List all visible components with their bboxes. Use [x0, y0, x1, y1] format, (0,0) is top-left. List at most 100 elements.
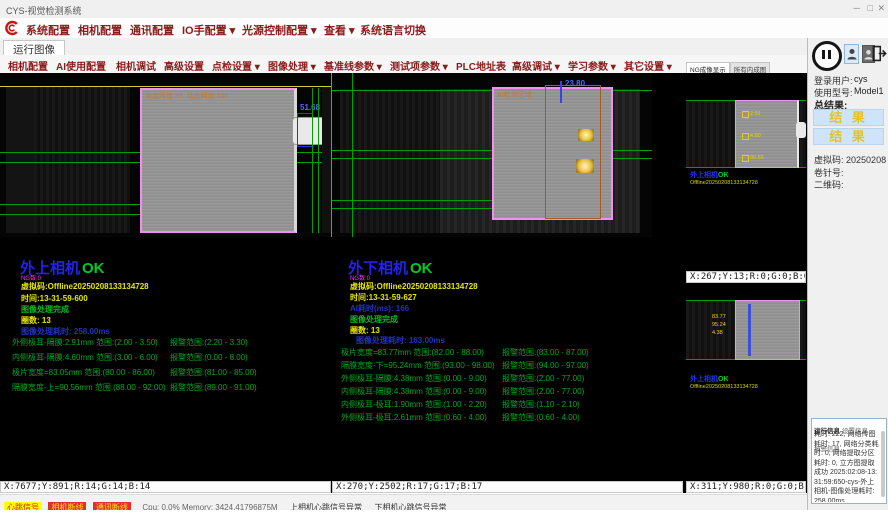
- image-band: [652, 73, 683, 237]
- alarm-range: 报警范围:(81.00 - 85.00): [170, 367, 257, 378]
- tab-feature-highlight: [578, 129, 594, 141]
- marker-label: 90.56: [750, 155, 764, 161]
- menu-language-switch[interactable]: 系统语言切换: [360, 22, 426, 38]
- desktop-strip: [0, 510, 888, 522]
- qr-label: 二维码:: [814, 178, 844, 191]
- tab-strip: 运行图像: [0, 38, 807, 56]
- menu-camera-config[interactable]: 相机配置: [78, 22, 122, 38]
- ng-view-tabs: NG成像显示所有内成图宽幅内成图: [686, 59, 806, 73]
- maximize-button[interactable]: □: [868, 3, 873, 13]
- tool-other-settings[interactable]: 其它设置 ▾: [624, 58, 672, 73]
- alarm-range: 报警范围:(94.00 - 97.00): [502, 360, 589, 371]
- image-band: [6, 87, 34, 233]
- measurement: 外侧极耳-隔膜:4.38mm 范围:(0.00 - 9.00): [341, 373, 487, 384]
- overlay-value: 95.24: [712, 322, 726, 328]
- control-panel: 登录用户: cys 使用型号: Model1 总结果: 结 果 结 果 虚拟码:…: [807, 38, 888, 510]
- vcode-label: 虚拟码: 20250208: [814, 153, 886, 166]
- tool-test-param[interactable]: 测试项参数 ▾: [390, 58, 448, 73]
- title-bar: CYS-视觉检测系统 ─ □ ✕: [0, 0, 888, 19]
- overlay-line: [0, 214, 140, 215]
- exit-button[interactable]: [870, 42, 888, 65]
- measure-rect: [748, 304, 751, 356]
- result-ok: OK: [410, 260, 433, 277]
- close-button[interactable]: ✕: [877, 3, 885, 14]
- image-band: [322, 87, 331, 233]
- left-count: 圈数: 13: [21, 315, 51, 326]
- ng-view-1[interactable]: 2.91 4.60 90.56 外上相机OK Offline2025020813…: [686, 73, 806, 271]
- connector-blob: [796, 122, 806, 138]
- user-button[interactable]: [844, 44, 859, 64]
- coord-bar-mid: X:270;Y:2502;R:17;G:17;B:17: [332, 481, 683, 493]
- measurement: 内侧极耳-隔膜:4.38mm 范围:(0.00 - 9.00): [341, 386, 487, 397]
- small-view-code: Offline20250208133134728: [690, 180, 758, 186]
- menu-system-config[interactable]: 系统配置: [26, 22, 70, 38]
- main-area: 灰度阈值:93, 动态阈值:100 51.68 AI检测区域 2: [0, 73, 807, 493]
- overlay-line: [0, 86, 331, 87]
- marker-label: 2.91: [750, 111, 761, 117]
- measure-rect: [297, 113, 313, 147]
- overlay-line: [352, 73, 353, 237]
- user-icon: [847, 48, 857, 60]
- overlay-line: [312, 88, 313, 233]
- minimize-button[interactable]: ─: [854, 3, 860, 13]
- left-time: 时间:13-31-59-600: [21, 293, 88, 304]
- alarm-range: 报警范围:(89.00 - 91.00): [170, 382, 257, 393]
- mid-camera-image[interactable]: AI检测区域 23.80: [332, 73, 683, 237]
- alarm-range: 报警范围:(2.00 - 77.00): [502, 386, 584, 397]
- tab-feature-highlight: [576, 159, 594, 173]
- tool-adv-debug[interactable]: 高级调试 ▾: [512, 58, 560, 73]
- small-view-code: Offline20250208133134728: [690, 384, 758, 390]
- measurement: 极片宽度=83.05mm 范围:(80.00 - 86.00): [12, 367, 155, 378]
- mid-ai-time: AI耗时(ms): 166: [350, 303, 409, 314]
- small-view-title: 外上相机OK: [690, 374, 729, 384]
- cell-roi: 灰度阈值:93, 动态阈值:100: [140, 88, 297, 233]
- image-band: [34, 87, 130, 233]
- info-tabs: 运行信息设置信息报警信息: [814, 420, 884, 430]
- overlay-line: [318, 88, 319, 233]
- marker-rect: [742, 155, 749, 162]
- ng-view-2[interactable]: 83.77 95.24 4.38 外上相机OK Offline202502081…: [686, 284, 806, 481]
- info-box: 运行信息设置信息报警信息 耗时: 222, 网络传图耗时: 17, 网络分类耗时…: [811, 418, 887, 504]
- result-box-1: 结 果: [813, 109, 884, 126]
- tool-learn-param[interactable]: 学习参数 ▾: [568, 58, 616, 73]
- tool-camera-config[interactable]: 相机配置: [8, 58, 48, 73]
- measurement: 内侧极耳-极耳:1.90mm 范围:(1.00 - 2.20): [341, 399, 487, 410]
- result-ok: OK: [718, 376, 729, 383]
- menu-view[interactable]: 查看 ▾: [324, 22, 355, 38]
- alarm-range: 报警范围:(0.00 - 8.00): [170, 352, 248, 363]
- vcode-label-text: 虚拟码:: [814, 155, 844, 165]
- menu-io-config[interactable]: IO手配置 ▾: [182, 22, 235, 38]
- tool-advanced-set[interactable]: 高级设置: [164, 58, 204, 73]
- overlay-value: 83.77: [712, 314, 726, 320]
- alarm-range: 报警范围:(1.10 - 2.10): [502, 399, 580, 410]
- alarm-range: 报警范围:(83.00 - 87.00): [502, 347, 589, 358]
- measurement: 隔膜宽度-上=90.56mm 范围:(88.00 - 92.00): [12, 382, 166, 393]
- pause-icon: [828, 50, 831, 59]
- mid-code: 虚拟码:Offline20250208133134728: [350, 281, 478, 292]
- menu-comm-config[interactable]: 通讯配置: [130, 22, 174, 38]
- tool-spot-check[interactable]: 点检设置 ▾: [212, 58, 260, 73]
- small-view-title: 外上相机OK: [690, 170, 729, 180]
- result-box-2: 结 果: [813, 128, 884, 145]
- tool-ai-use-config[interactable]: AI使用配置: [56, 58, 106, 73]
- tool-plc-address[interactable]: PLC地址表: [456, 58, 506, 73]
- pause-button[interactable]: [812, 41, 842, 71]
- measurement: 外侧极耳-极耳:2.61mm 范围:(0.60 - 4.00): [341, 412, 487, 423]
- left-code: 虚拟码:Offline20250208133134728: [21, 281, 149, 292]
- status-bar: 心跳信号 相机断线 通讯断线 Cpu: 0.0% Memory: 3424.41…: [0, 494, 807, 511]
- info-log-text: 耗时: 222, 网络传图耗时: 17, 网络分类耗时: 0, 网络提取分区耗时…: [814, 430, 880, 502]
- measurement: 内侧极耳-隔膜:4.60mm 范围:(3.00 - 6.00): [12, 352, 158, 363]
- info-scrollbar[interactable]: [881, 431, 885, 497]
- marker-rect: [742, 111, 749, 118]
- tool-image-process[interactable]: 图像处理 ▾: [268, 58, 316, 73]
- left-camera-image[interactable]: 灰度阈值:93, 动态阈值:100 51.68: [0, 73, 331, 237]
- mid-time: 时间:13-31-59-627: [350, 292, 417, 303]
- menu-light-config[interactable]: 光源控制配置 ▾: [242, 22, 317, 38]
- result-ok: OK: [82, 260, 105, 277]
- image-band: [340, 89, 440, 233]
- tool-camera-debug[interactable]: 相机调试: [116, 58, 156, 73]
- tool-baseline-param[interactable]: 基准线参数 ▾: [324, 58, 382, 73]
- pause-icon: [822, 50, 825, 59]
- app-logo-icon: [4, 20, 20, 36]
- cell-roi: [735, 300, 800, 360]
